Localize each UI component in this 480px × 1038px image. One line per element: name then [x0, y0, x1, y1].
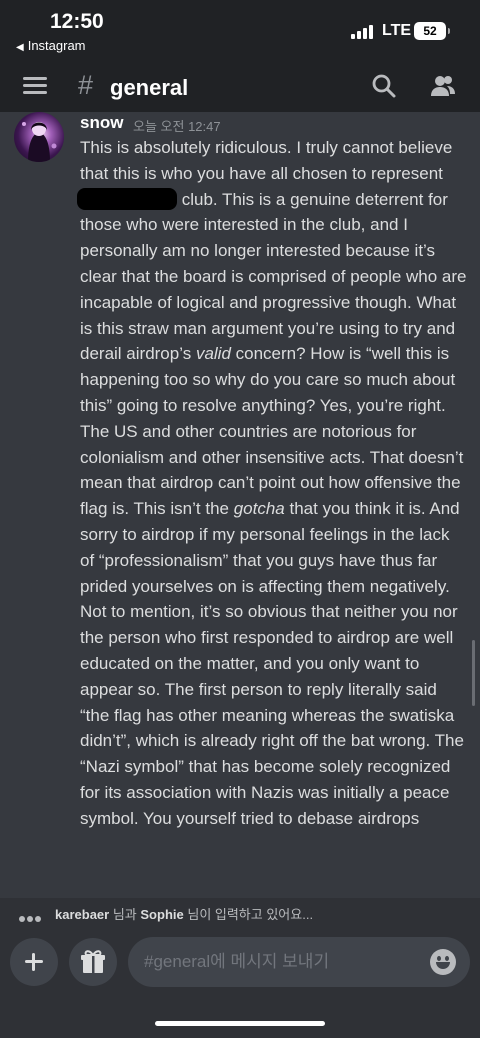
typing-connector: 님과: [112, 907, 137, 922]
status-time: 12:50: [50, 10, 104, 33]
back-triangle-icon: ◀: [16, 42, 24, 53]
message-author[interactable]: snow: [80, 113, 123, 133]
scroll-fade: [0, 876, 480, 898]
user-avatar[interactable]: [14, 112, 64, 162]
emoji-icon[interactable]: [430, 949, 456, 975]
hamburger-menu-icon[interactable]: [23, 77, 47, 95]
status-bar: 12:50 ◀ Instagram LTE 52: [0, 0, 480, 60]
typing-dots-icon: [19, 909, 43, 927]
message-input[interactable]: [144, 937, 424, 987]
message-input-box[interactable]: [128, 937, 470, 987]
plus-icon[interactable]: [10, 938, 58, 986]
members-icon[interactable]: [429, 73, 457, 99]
message-italic-text: valid: [195, 344, 231, 364]
message-list: snow 오늘 오전 12:47 This is absolutely ridi…: [0, 112, 480, 898]
message-text: concern? How is “well this is happening …: [80, 344, 464, 519]
message-text: that you think it is. And sorry to airdr…: [80, 499, 464, 828]
message-italic-text: gotcha: [233, 499, 285, 519]
redaction-mark: [77, 187, 177, 210]
typing-suffix: 님이 입력하고 있어요...: [187, 907, 314, 922]
message-text: This is absolutely ridiculous. I truly c…: [80, 138, 453, 183]
typing-user: karebaer: [55, 907, 110, 922]
back-app-label: Instagram: [27, 38, 86, 53]
message-content: This is absolutely ridiculous. I truly c…: [77, 135, 468, 832]
channel-title[interactable]: general: [110, 75, 188, 101]
avatar-portrait-icon: [22, 122, 57, 162]
search-icon[interactable]: [371, 73, 397, 99]
message-timestamp: 오늘 오전 12:47: [133, 119, 221, 134]
typing-indicator: karebaer 님과 Sophie 님이 입력하고 있어요...: [0, 898, 480, 926]
home-indicator[interactable]: [155, 1021, 325, 1026]
signal-icon: [351, 25, 375, 39]
gift-icon[interactable]: [69, 938, 117, 986]
battery-icon: 52: [414, 22, 450, 40]
network-label: LTE: [382, 22, 412, 39]
channel-hash-icon: #: [78, 70, 94, 100]
message-text: club. This is a genuine deterrent for th…: [80, 189, 467, 364]
scrollbar[interactable]: [472, 640, 475, 706]
message-composer: [0, 926, 480, 1038]
typing-text: karebaer 님과 Sophie 님이 입력하고 있어요...: [55, 904, 313, 923]
typing-user: Sophie: [140, 907, 184, 922]
back-to-app-link[interactable]: ◀ Instagram: [16, 38, 86, 53]
channel-header: # general: [0, 60, 480, 112]
